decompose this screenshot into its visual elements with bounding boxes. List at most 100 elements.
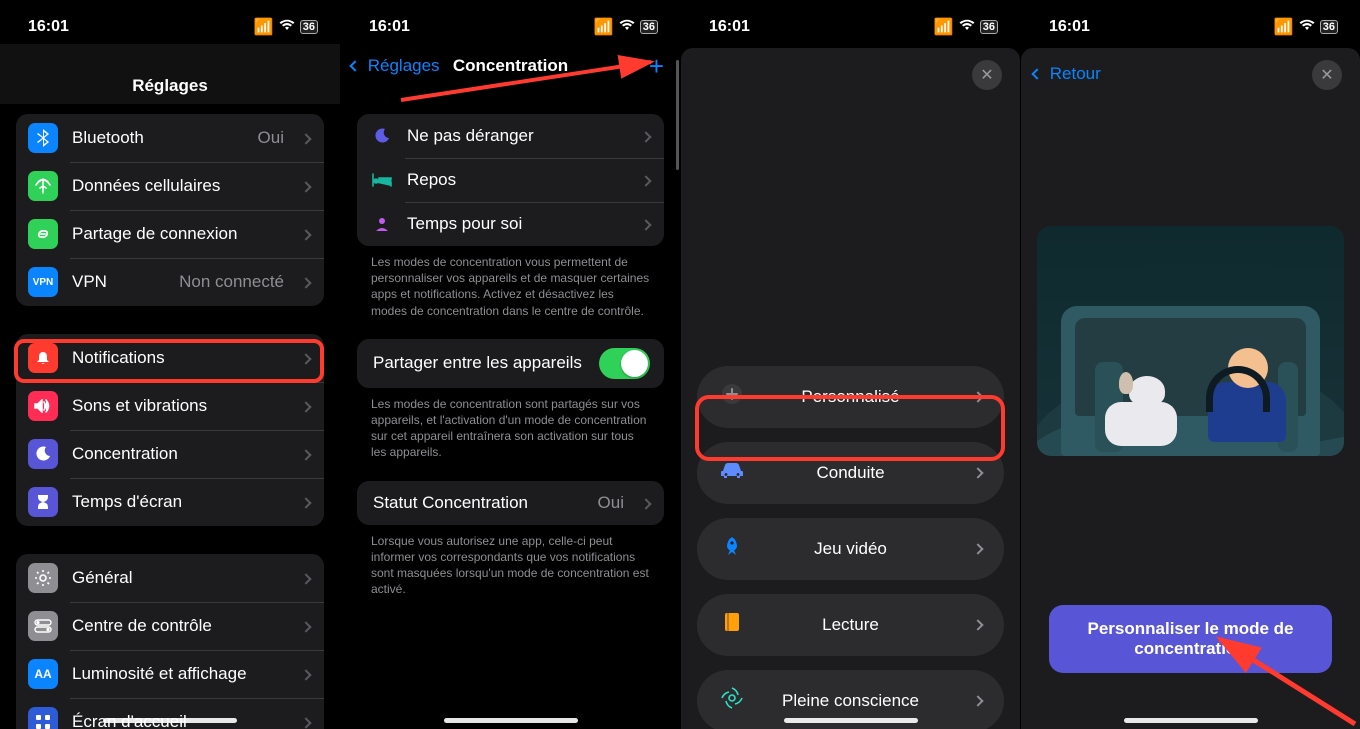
chevron-right-icon	[302, 446, 310, 462]
close-button[interactable]: ✕	[972, 60, 1002, 90]
hourglass-icon	[28, 487, 58, 517]
focus-status-value: Oui	[598, 493, 624, 513]
page-title: Concentration	[453, 56, 568, 76]
chevron-right-icon	[302, 494, 310, 510]
settings-row-notifications[interactable]: Notifications	[16, 334, 324, 382]
chevron-right-icon	[302, 130, 310, 146]
screen-settings-root: 16:01 📶 36 Réglages BluetoothOuiDonnées …	[0, 0, 340, 729]
home-indicator[interactable]	[1124, 718, 1258, 723]
settings-row-concentration[interactable]: Concentration	[16, 430, 324, 478]
wifi-icon	[619, 18, 635, 36]
status-time: 16:01	[709, 18, 750, 36]
chevron-right-icon	[302, 398, 310, 414]
share-across-devices-row[interactable]: Partager entre les appareils	[357, 339, 664, 388]
chevron-right-icon	[302, 274, 310, 290]
chevron-right-icon	[302, 178, 310, 194]
focus-status-row[interactable]: Statut Concentration Oui	[357, 481, 664, 525]
focus-mode-row-ne-pas-d-ranger[interactable]: Ne pas déranger	[357, 114, 664, 158]
row-label: Ne pas déranger	[407, 126, 628, 146]
chevron-left-icon	[1031, 68, 1042, 79]
back-button[interactable]: Réglages	[351, 56, 440, 76]
settings-row-donn-es-cellulaires[interactable]: Données cellulaires	[16, 162, 324, 210]
add-button[interactable]: +	[649, 51, 664, 82]
chevron-right-icon	[974, 616, 982, 633]
back-button[interactable]: Retour	[1033, 64, 1101, 84]
share-toggle-on[interactable]	[599, 348, 650, 379]
chevron-right-icon	[974, 388, 982, 405]
battery-icon: 36	[640, 20, 658, 34]
row-detail: Non connecté	[179, 272, 284, 292]
switches-icon	[28, 611, 58, 641]
option-label: Lecture	[697, 615, 1004, 635]
focus-mode-row-temps-pour-soi[interactable]: Temps pour soi	[357, 202, 664, 246]
focus-option-jeu-vid-o[interactable]: Jeu vidéo	[697, 518, 1004, 580]
signal-icon: 📶	[254, 17, 274, 37]
option-label: Jeu vidéo	[697, 539, 1004, 559]
settings-row-g-n-ral[interactable]: Général	[16, 554, 324, 602]
signal-icon: 📶	[594, 17, 614, 37]
focus-option-lecture[interactable]: Lecture	[697, 594, 1004, 656]
close-button[interactable]: ✕	[1312, 60, 1342, 90]
nav-bar: Réglages Concentration +	[341, 44, 680, 88]
gear-icon	[28, 563, 58, 593]
row-label: Bluetooth	[72, 128, 244, 148]
settings-row-bluetooth[interactable]: Bluetooth Oui	[16, 114, 324, 162]
bed-icon	[371, 169, 393, 191]
chevron-right-icon	[302, 618, 310, 634]
grid-icon	[28, 707, 58, 729]
signal-icon: 📶	[1274, 17, 1294, 37]
share-label: Partager entre les appareils	[373, 353, 585, 373]
chevron-right-icon	[642, 172, 650, 188]
scrollbar-indicator	[676, 60, 679, 170]
chevron-right-icon	[642, 495, 650, 511]
row-label: Centre de contrôle	[72, 616, 288, 636]
status-bar: 16:01 📶 36	[681, 0, 1020, 44]
focus-mode-row-repos[interactable]: Repos	[357, 158, 664, 202]
moon-icon	[28, 439, 58, 469]
wifi-icon	[959, 18, 975, 36]
AA-icon: AA	[28, 659, 58, 689]
link-icon	[28, 219, 58, 249]
focus-option-conduite[interactable]: Conduite	[697, 442, 1004, 504]
moon-icon	[371, 125, 393, 147]
settings-row--cran-d-accueil[interactable]: Écran d'accueil	[16, 698, 324, 729]
screen-driving-focus-intro: 16:01 📶 36 ✕ Retour	[1020, 0, 1360, 729]
row-label: Général	[72, 568, 288, 588]
row-label: VPN	[72, 272, 165, 292]
row-label: Luminosité et affichage	[72, 664, 288, 684]
settings-row-vpn[interactable]: VPNVPNNon connecté	[16, 258, 324, 306]
driving-illustration	[1037, 226, 1344, 456]
customize-focus-button[interactable]: Personnaliser le mode de concentration	[1049, 605, 1332, 673]
option-label: Pleine conscience	[697, 691, 1004, 711]
settings-row-temps-d-cran[interactable]: Temps d'écran	[16, 478, 324, 526]
chevron-right-icon	[302, 666, 310, 682]
battery-icon: 36	[980, 20, 998, 34]
chevron-left-icon	[349, 60, 360, 71]
row-label: Temps d'écran	[72, 492, 288, 512]
focus-option-personnalis-[interactable]: Personnalisé	[697, 366, 1004, 428]
settings-row-partage-de-connexion[interactable]: Partage de connexion	[16, 210, 324, 258]
home-indicator[interactable]	[444, 718, 578, 723]
focus-status-label: Statut Concentration	[373, 493, 584, 513]
home-indicator[interactable]	[103, 718, 237, 723]
row-label: Notifications	[72, 348, 288, 368]
battery-icon: 36	[300, 20, 318, 34]
settings-row-luminosit-et-affichage[interactable]: AA Luminosité et affichage	[16, 650, 324, 698]
chevron-right-icon	[642, 216, 650, 232]
settings-row-centre-de-contr-le[interactable]: Centre de contrôle	[16, 602, 324, 650]
option-label: Personnalisé	[697, 387, 1004, 407]
bell-icon	[28, 343, 58, 373]
modes-description: Les modes de concentration vous permette…	[371, 254, 650, 319]
share-description: Les modes de concentration sont partagés…	[371, 396, 650, 461]
row-detail: Oui	[258, 128, 284, 148]
page-title: Réglages	[0, 44, 340, 104]
row-label: Partage de connexion	[72, 224, 288, 244]
screen-choose-activity: 16:01 📶 36 ✕ Sur quelle activité souhait…	[680, 0, 1020, 729]
home-indicator[interactable]	[784, 718, 918, 723]
wifi-icon	[1299, 18, 1315, 36]
status-time: 16:01	[369, 18, 410, 36]
settings-row-sons-et-vibrations[interactable]: Sons et vibrations	[16, 382, 324, 430]
chevron-right-icon	[302, 350, 310, 366]
row-label: Temps pour soi	[407, 214, 628, 234]
screen-concentration-settings: 16:01 📶 36 Réglages Concentration + Ne p…	[340, 0, 680, 729]
